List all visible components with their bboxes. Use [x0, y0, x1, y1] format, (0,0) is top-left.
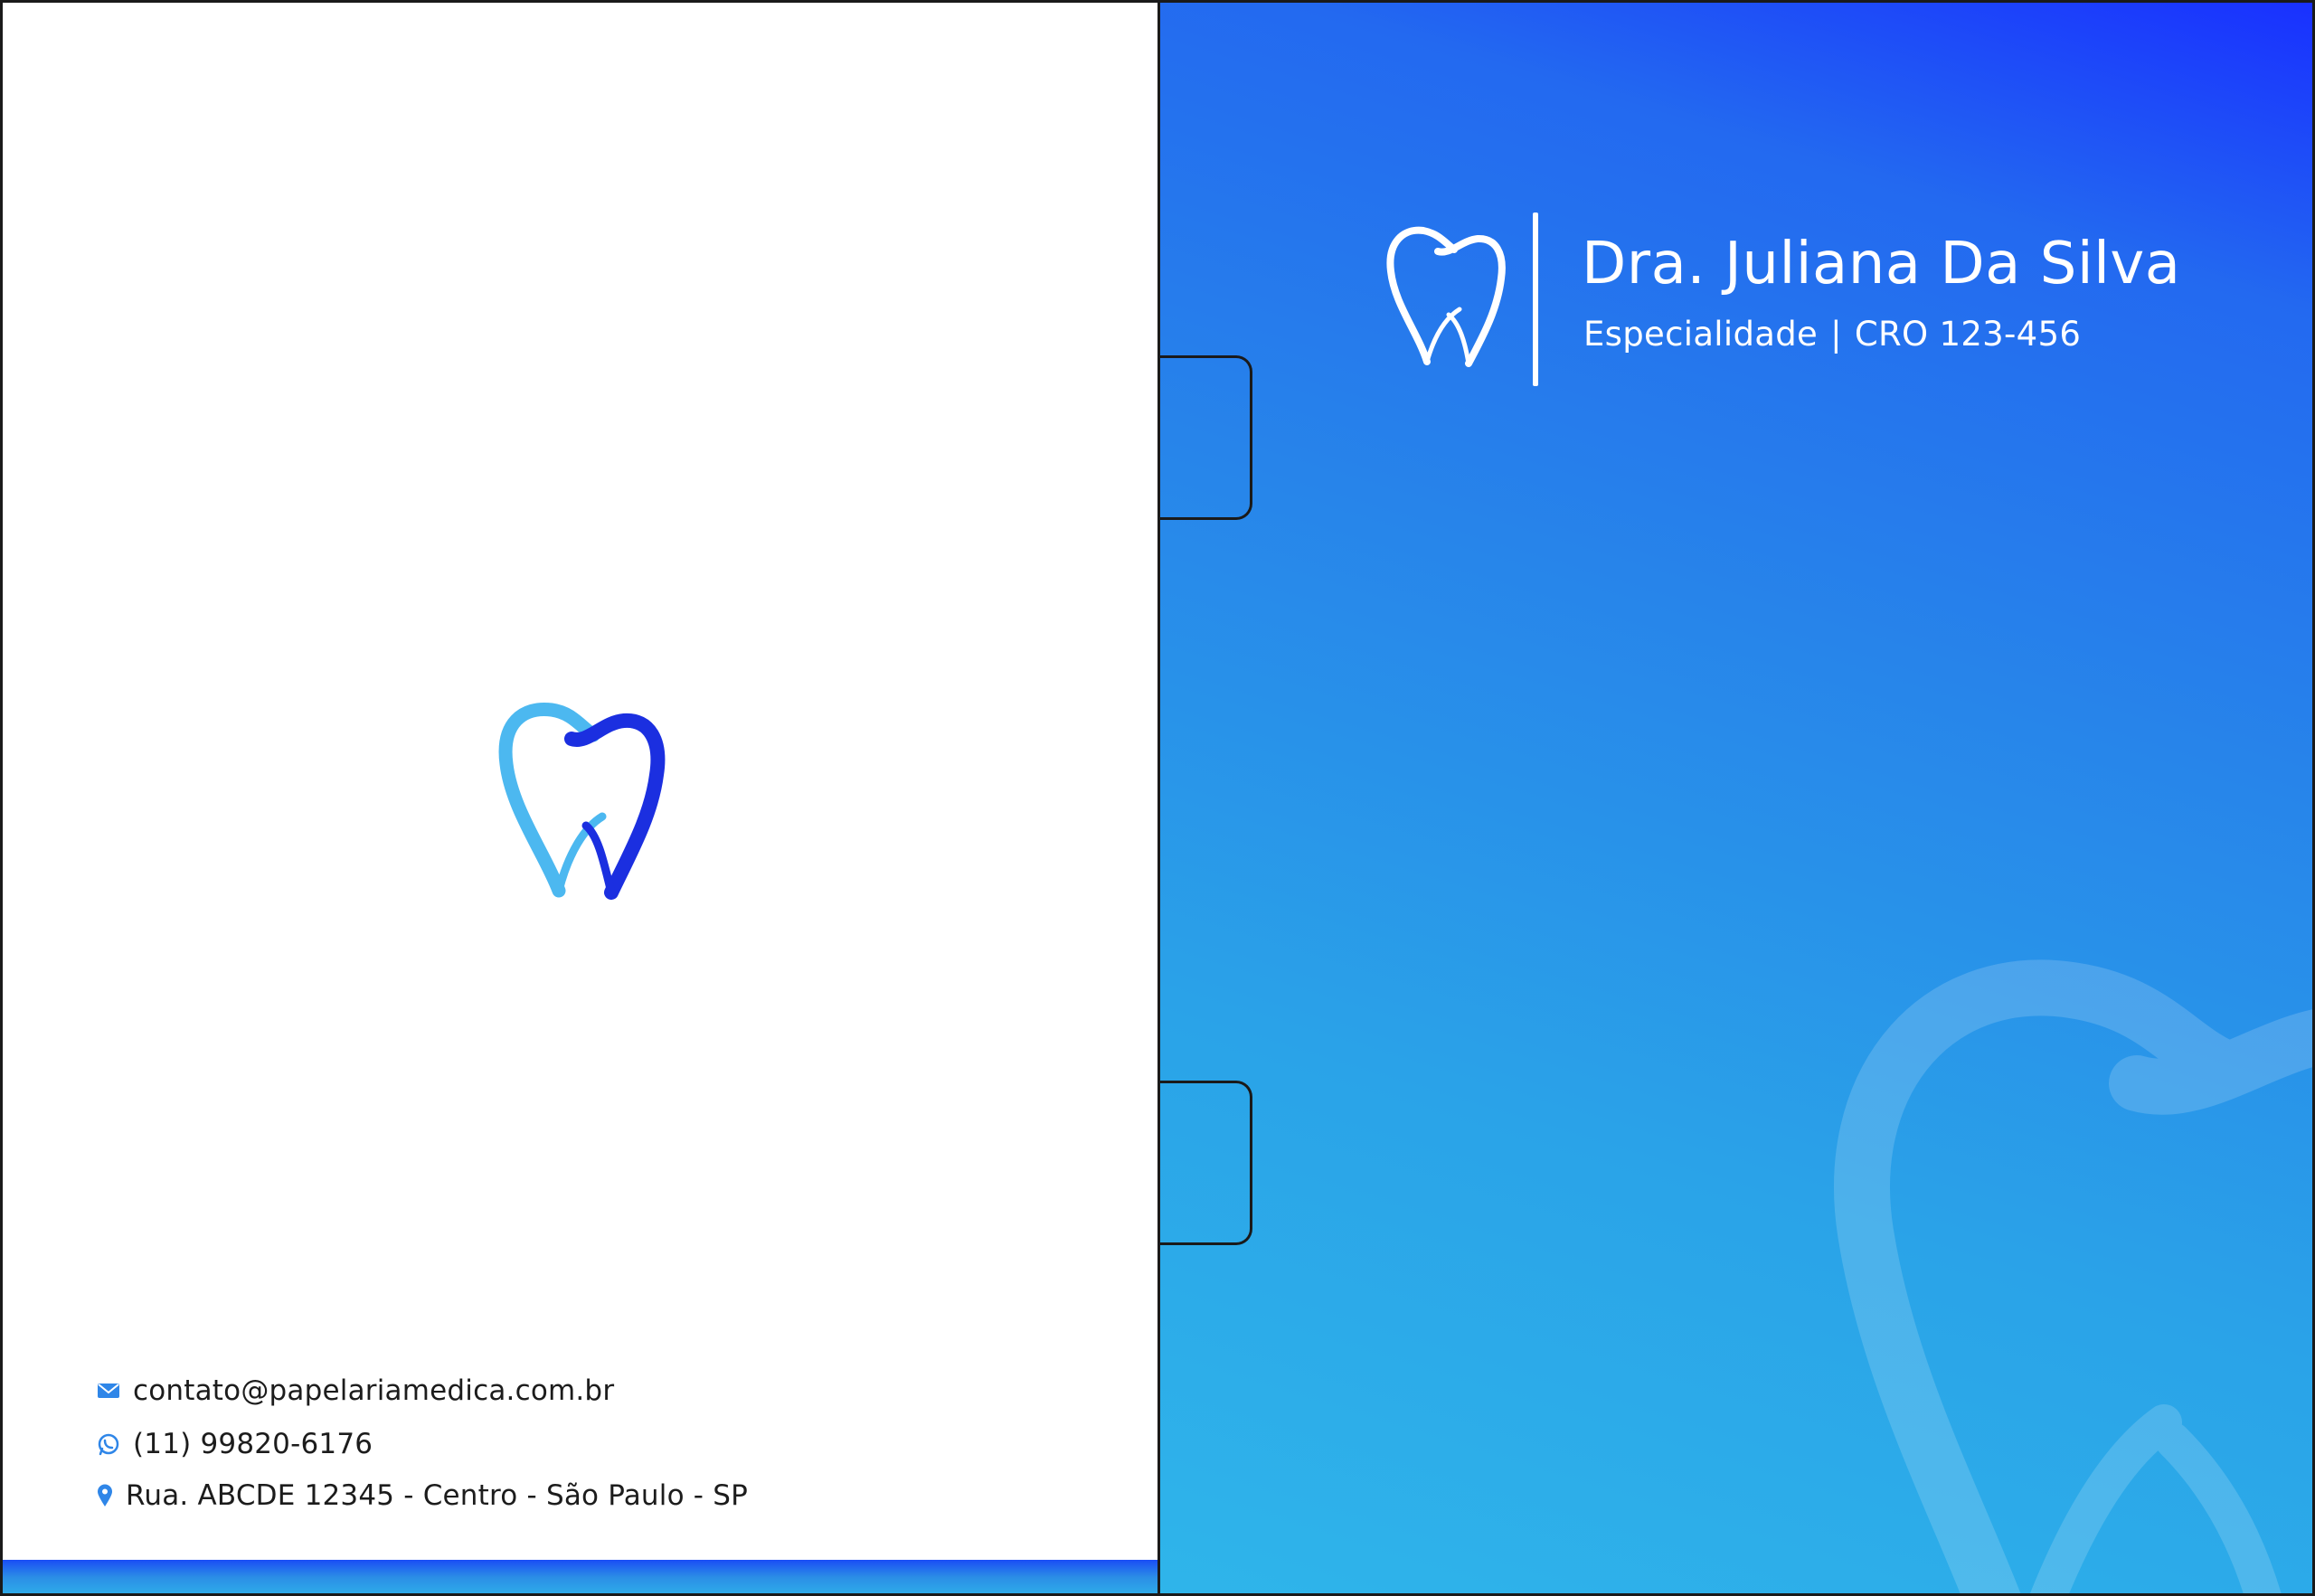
contact-email[interactable]: contato@papelariamedica.com.br — [97, 1374, 614, 1407]
card-slot-bottom — [1158, 1081, 1252, 1245]
bottom-color-strip — [3, 1560, 1159, 1593]
tooth-logo-icon — [498, 702, 666, 900]
tooth-logo-icon — [1386, 226, 1506, 367]
contact-address-text: Rua. ABCDE 12345 - Centro - São Paulo - … — [126, 1479, 749, 1512]
header-divider — [1533, 212, 1538, 386]
folder-back-panel: contato@papelariamedica.com.br (11) 9982… — [3, 3, 1159, 1593]
doctor-credentials: Especialidade | CRO 123-456 — [1583, 315, 2081, 354]
card-slot-top — [1158, 355, 1252, 520]
credentials-separator: | — [1830, 315, 1842, 354]
contact-phone-text: (11) 99820-6176 — [133, 1428, 373, 1460]
location-pin-icon — [98, 1484, 112, 1506]
folder-template: contato@papelariamedica.com.br (11) 9982… — [0, 0, 2315, 1596]
doctor-name: Dra. Juliana Da Silva — [1582, 231, 2181, 297]
contact-phone[interactable]: (11) 99820-6176 — [97, 1428, 373, 1460]
contact-email-text: contato@papelariamedica.com.br — [133, 1374, 615, 1407]
folder-front-panel: Dra. Juliana Da Silva Especialidade | CRO … — [1160, 3, 2312, 1593]
contact-address[interactable]: Rua. ABCDE 12345 - Centro - São Paulo - … — [97, 1479, 748, 1512]
tooth-watermark-icon — [1834, 959, 2312, 1593]
doctor-registration: CRO 123-456 — [1854, 315, 2082, 354]
envelope-icon — [98, 1384, 119, 1398]
doctor-specialty: Especialidade — [1583, 315, 1819, 354]
whatsapp-icon — [98, 1433, 119, 1456]
